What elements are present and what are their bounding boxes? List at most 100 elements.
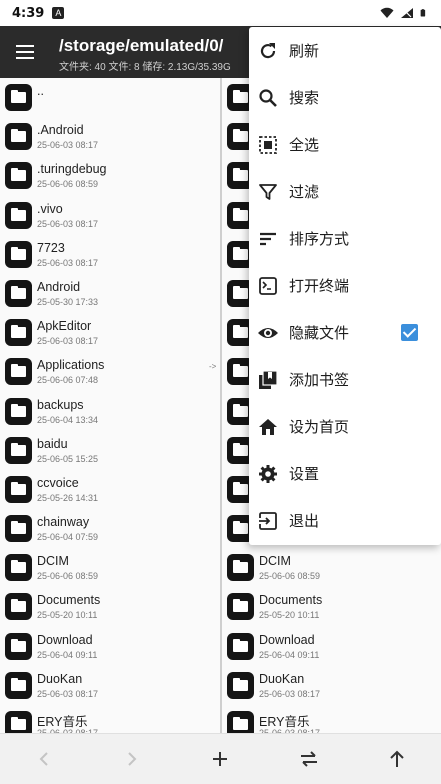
up-arrow-icon[interactable] — [384, 746, 410, 772]
menu-item-label: 退出 — [289, 513, 320, 530]
file-row[interactable]: Documents 25-05-20 10:11 — [222, 587, 441, 626]
file-row[interactable]: baidu 25-06-05 15:25 — [0, 431, 220, 470]
file-row[interactable]: ERY音乐 25-06-03 08:17 — [222, 705, 441, 733]
menu-item[interactable]: 全选 — [249, 121, 441, 168]
file-name: .vivo — [37, 201, 63, 216]
signal-icon — [401, 8, 413, 18]
path-title: /storage/emulated/0/ — [59, 36, 224, 55]
status-time: 4:39 — [12, 5, 45, 21]
file-row[interactable]: .vivo 25-06-03 08:17 — [0, 196, 220, 235]
swap-icon[interactable] — [296, 746, 322, 772]
file-row[interactable]: Android 25-05-30 17:33 — [0, 274, 220, 313]
file-row[interactable]: .turingdebug 25-06-06 08:59 — [0, 156, 220, 195]
file-name: chainway — [37, 515, 90, 530]
file-row[interactable]: DCIM 25-06-06 08:59 — [0, 548, 220, 587]
forward-arrow-icon[interactable] — [119, 746, 145, 772]
folder-icon — [5, 240, 32, 268]
folder-icon — [227, 671, 254, 699]
sort-icon — [257, 228, 279, 250]
menu-item-label: 设置 — [289, 466, 320, 483]
file-date: 25-06-03 08:17 — [37, 688, 99, 699]
menu-item[interactable]: 过滤 — [249, 168, 441, 215]
file-row[interactable]: DCIM 25-06-06 08:59 — [222, 548, 441, 587]
folder-icon — [5, 279, 32, 307]
left-file-pane[interactable]: .. .Android 25-06-03 08:17 .turingdebug 25-0… — [0, 78, 220, 733]
folder-icon — [227, 593, 254, 621]
menu-item[interactable]: 排序方式 — [249, 215, 441, 262]
file-name: Download — [259, 632, 315, 647]
terminal-icon — [257, 275, 279, 297]
hidden-files-checkbox[interactable] — [401, 324, 418, 341]
file-name: DuoKan — [259, 671, 305, 686]
file-row[interactable]: Documents 25-05-20 10:11 — [0, 587, 220, 626]
menu-item[interactable]: 刷新 — [249, 27, 441, 74]
folder-icon — [227, 711, 254, 733]
menu-item-label: 搜索 — [289, 90, 320, 107]
select-all-icon — [257, 134, 279, 156]
plus-icon[interactable] — [207, 746, 233, 772]
file-name: ccvoice — [37, 475, 79, 490]
wifi-icon — [380, 7, 394, 18]
file-date: 25-05-20 10:11 — [259, 610, 320, 621]
filter-icon — [257, 181, 279, 203]
menu-item[interactable]: 打开终端 — [249, 262, 441, 309]
menu-item[interactable]: 添加书签 — [249, 356, 441, 403]
file-name: DCIM — [37, 554, 69, 569]
menu-item[interactable]: 隐藏文件 — [249, 309, 441, 356]
file-row[interactable]: ERY音乐 25-06-03 08:17 — [0, 705, 220, 733]
folder-icon — [5, 123, 32, 151]
home-icon — [257, 416, 279, 438]
file-name: ApkEditor — [37, 319, 92, 334]
file-row[interactable]: .. — [0, 78, 220, 117]
folder-icon — [5, 593, 32, 621]
file-date: 25-06-04 07:59 — [37, 532, 99, 543]
file-date: 25-06-03 08:17 — [37, 218, 99, 229]
file-date: 25-05-30 17:33 — [37, 296, 99, 307]
hamburger-menu-icon[interactable] — [16, 40, 40, 64]
file-row[interactable]: ApkEditor 25-06-03 08:17 — [0, 313, 220, 352]
folder-icon — [5, 515, 32, 543]
status-bar: 4:39 A — [0, 0, 441, 26]
file-name: baidu — [37, 436, 68, 451]
file-date: 25-06-03 08:17 — [37, 336, 99, 347]
file-row[interactable]: Applications 25-06-06 07:48 — [0, 352, 220, 391]
file-row[interactable]: chainway 25-06-04 07:59 — [0, 509, 220, 548]
file-date: 25-06-04 13:34 — [37, 414, 99, 425]
menu-item[interactable]: 设置 — [249, 450, 441, 497]
file-row[interactable]: Download 25-06-04 09:11 — [0, 627, 220, 666]
file-row[interactable]: DuoKan 25-06-03 08:17 — [0, 666, 220, 705]
file-row[interactable]: .Android 25-06-03 08:17 — [0, 117, 220, 156]
folder-icon — [227, 632, 254, 660]
folder-icon — [5, 436, 32, 464]
menu-item-label: 刷新 — [289, 43, 320, 60]
file-row[interactable]: backups 25-06-04 13:34 — [0, 392, 220, 431]
pane-arrow-indicator: -> — [209, 362, 217, 371]
folder-icon — [5, 671, 32, 699]
file-date: 25-06-06 08:59 — [37, 179, 99, 190]
file-row[interactable]: Download 25-06-04 09:11 — [222, 627, 441, 666]
back-arrow-icon[interactable] — [31, 746, 57, 772]
folder-icon — [5, 201, 32, 229]
menu-item[interactable]: 设为首页 — [249, 403, 441, 450]
file-name: Documents — [37, 593, 101, 608]
file-date: 25-06-03 08:17 — [37, 140, 99, 151]
file-row[interactable]: ccvoice 25-05-26 14:31 — [0, 470, 220, 509]
file-name: Documents — [259, 593, 323, 608]
file-row[interactable]: DuoKan 25-06-03 08:17 — [222, 666, 441, 705]
menu-item-label: 添加书签 — [289, 372, 350, 389]
menu-item[interactable]: 搜索 — [249, 74, 441, 121]
file-date: 25-06-06 07:48 — [37, 375, 99, 386]
folder-icon — [227, 554, 254, 582]
file-date: 25-05-20 10:11 — [37, 610, 98, 621]
folder-icon — [5, 554, 32, 582]
menu-item-label: 隐藏文件 — [289, 325, 350, 342]
file-date: 25-06-06 08:59 — [37, 571, 99, 582]
file-name: .turingdebug — [37, 162, 107, 177]
file-date: 25-05-26 14:31 — [37, 492, 99, 503]
file-date: 25-06-06 08:59 — [259, 571, 321, 582]
file-date: 25-06-05 15:25 — [37, 453, 99, 464]
file-row[interactable]: 7723 25-06-03 08:17 — [0, 235, 220, 274]
menu-item[interactable]: 退出 — [249, 497, 441, 544]
menu-item-label: 排序方式 — [289, 231, 350, 248]
search-icon — [257, 87, 279, 109]
